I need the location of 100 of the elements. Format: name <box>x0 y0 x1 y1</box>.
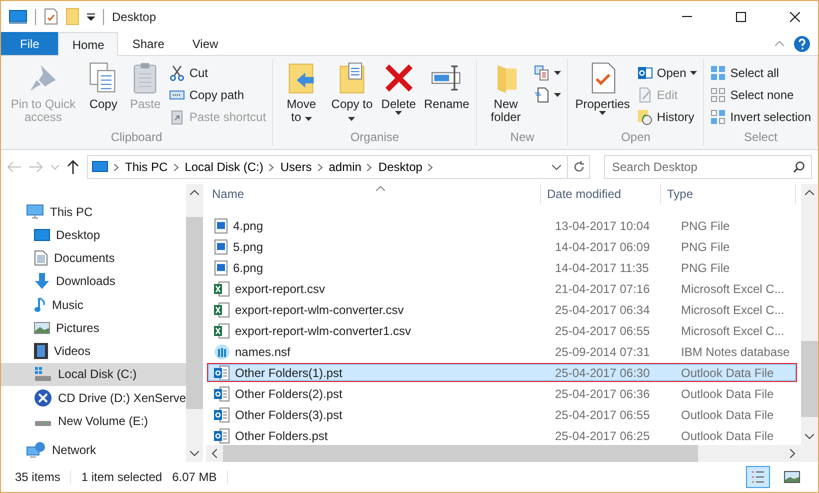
scrollbar[interactable] <box>801 184 818 445</box>
ribbon-tab[interactable]: File <box>1 32 58 55</box>
nav-item[interactable]: Documents <box>1 246 186 270</box>
address-bar[interactable]: This PC Local Disk (C:) Users admin Desktop <box>87 155 590 179</box>
group-label: Open <box>620 130 652 146</box>
nav-item[interactable]: Pictures <box>1 316 186 340</box>
nav-item[interactable]: Downloads <box>1 270 186 294</box>
outlook-file-icon <box>214 428 230 444</box>
scrollbar[interactable] <box>206 445 818 462</box>
group-label: Organise <box>349 130 400 146</box>
group-label: Clipboard <box>110 130 164 146</box>
edit-icon <box>636 86 653 102</box>
file-row[interactable]: Other Folders(2).pst 25-04-2017 06:36 Outlook Data File <box>207 384 797 403</box>
ribbon-button[interactable]: Copy path <box>167 85 268 104</box>
ribbon-button[interactable]: Invert selection <box>708 107 813 126</box>
file-row[interactable]: export-report-wlm-converter1.csv 25-04-2017 06:55 Microsoft Excel C... <box>207 321 797 340</box>
scroll-down-icon <box>805 434 814 439</box>
nav-item[interactable]: Local Disk (C:) <box>1 362 186 386</box>
properties-icon <box>44 8 58 25</box>
image-file-icon <box>214 218 228 234</box>
nav-item[interactable]: Desktop <box>1 223 186 247</box>
forward-arrow-icon <box>29 161 43 173</box>
file-row[interactable]: export-report.csv 21-04-2017 07:16 Microsoft Excel C... <box>207 279 797 298</box>
picture-icon <box>34 320 50 335</box>
chevron-icon <box>367 164 372 170</box>
caret-icon <box>395 111 402 115</box>
select-all-icon <box>710 64 726 80</box>
scrollbar[interactable] <box>186 184 204 462</box>
nav-item[interactable]: Network <box>1 438 186 462</box>
ribbon-button[interactable]: Properties <box>572 59 633 130</box>
ribbon-button[interactable]: New folder <box>481 59 530 130</box>
file-row[interactable]: names.nsf 25-09-2014 07:31 IBM Notes database <box>207 342 797 361</box>
column-header[interactable]: Date modified <box>541 184 661 204</box>
spreadsheet-file-icon <box>214 280 230 296</box>
nav-item[interactable]: Music <box>1 293 186 316</box>
breadcrumb[interactable]: Desktop <box>378 160 422 174</box>
document-icon <box>34 250 48 266</box>
nav-item[interactable]: CD Drive (D:) XenServe <box>1 386 186 410</box>
computer-icon <box>92 161 108 173</box>
outlook-file-icon <box>214 406 230 422</box>
folder-icon <box>66 8 79 25</box>
ribbon-tab[interactable]: Home <box>58 32 118 56</box>
ribbon-button[interactable]: Copy <box>83 59 124 130</box>
ribbon-button[interactable]: Rename <box>420 59 472 130</box>
database-file-icon <box>214 344 230 360</box>
file-row[interactable]: 4.png 13-04-2017 10:04 PNG File <box>207 216 797 235</box>
file-row[interactable]: Other Folders.pst 25-04-2017 06:25 Outlook Data File <box>207 426 797 445</box>
scissors-icon <box>169 64 186 80</box>
breadcrumb[interactable]: Users <box>280 160 312 174</box>
dropdown-icon[interactable] <box>552 164 561 170</box>
network-icon <box>26 441 46 460</box>
nav-item[interactable]: Videos <box>1 340 186 363</box>
back-arrow-icon <box>7 161 21 173</box>
breadcrumb[interactable]: This PC <box>125 160 168 174</box>
drive-icon <box>34 366 52 382</box>
picture-icon <box>784 471 800 483</box>
new-item-button[interactable] <box>532 63 564 82</box>
ribbon-button[interactable]: Select all <box>708 63 813 82</box>
easy-access-button[interactable] <box>532 85 564 104</box>
item-count: 35 items <box>15 470 60 484</box>
column-header[interactable]: Name <box>206 184 541 204</box>
refresh-icon <box>572 161 584 173</box>
chevron-icon <box>318 164 323 170</box>
breadcrumb[interactable]: admin <box>328 160 362 174</box>
search-field[interactable]: Search Desktop <box>604 155 812 179</box>
ribbon-button[interactable]: Cut <box>167 63 268 82</box>
file-row[interactable]: Other Folders(1).pst 25-04-2017 06:30 Outlook Data File <box>207 363 797 382</box>
scroll-up-icon <box>190 190 200 195</box>
nav-item[interactable]: This PC <box>1 200 186 224</box>
window-icon <box>9 10 27 24</box>
help-icon[interactable] <box>794 36 810 52</box>
caret-icon <box>599 111 606 115</box>
scroll-right-icon <box>790 449 795 458</box>
image-file-icon <box>214 238 228 254</box>
breadcrumb[interactable]: Local Disk (C:) <box>184 160 264 174</box>
details-list-icon <box>751 471 765 483</box>
ribbon-button[interactable]: Open <box>634 63 700 82</box>
ribbon-button[interactable]: Delete <box>378 59 419 130</box>
up-button[interactable] <box>67 160 79 174</box>
outlook-file-icon <box>214 386 230 402</box>
window-title: Desktop <box>112 10 158 24</box>
details-view-button[interactable] <box>746 466 770 488</box>
sort-caret-icon <box>376 186 385 191</box>
ribbon-button[interactable]: Move to <box>277 59 326 130</box>
page-icon <box>534 86 550 102</box>
desktop-icon <box>34 228 50 242</box>
file-row[interactable]: 5.png 14-04-2017 06:09 PNG File <box>207 237 797 256</box>
collapse-ribbon-icon[interactable] <box>775 41 784 46</box>
ribbon-button[interactable]: Select none <box>708 85 813 104</box>
ribbon-button[interactable]: Copy to <box>328 59 376 130</box>
file-row[interactable]: export-report-wlm-converter.csv 25-04-2017 06:34 Microsoft Excel C... <box>207 300 797 319</box>
ribbon-tab[interactable]: View <box>178 32 232 55</box>
column-header[interactable]: Type <box>661 184 796 204</box>
scroll-down-icon <box>190 451 200 456</box>
file-row[interactable]: 6.png 14-04-2017 11:35 PNG File <box>207 258 797 277</box>
ribbon-tab[interactable]: Share <box>118 32 178 55</box>
ribbon-button[interactable]: History <box>634 107 700 126</box>
history-icon <box>636 108 653 124</box>
nav-item[interactable]: New Volume (E:) <box>1 409 186 433</box>
file-row[interactable]: Other Folders(3).pst 25-04-2017 06:55 Outlook Data File <box>207 405 797 424</box>
